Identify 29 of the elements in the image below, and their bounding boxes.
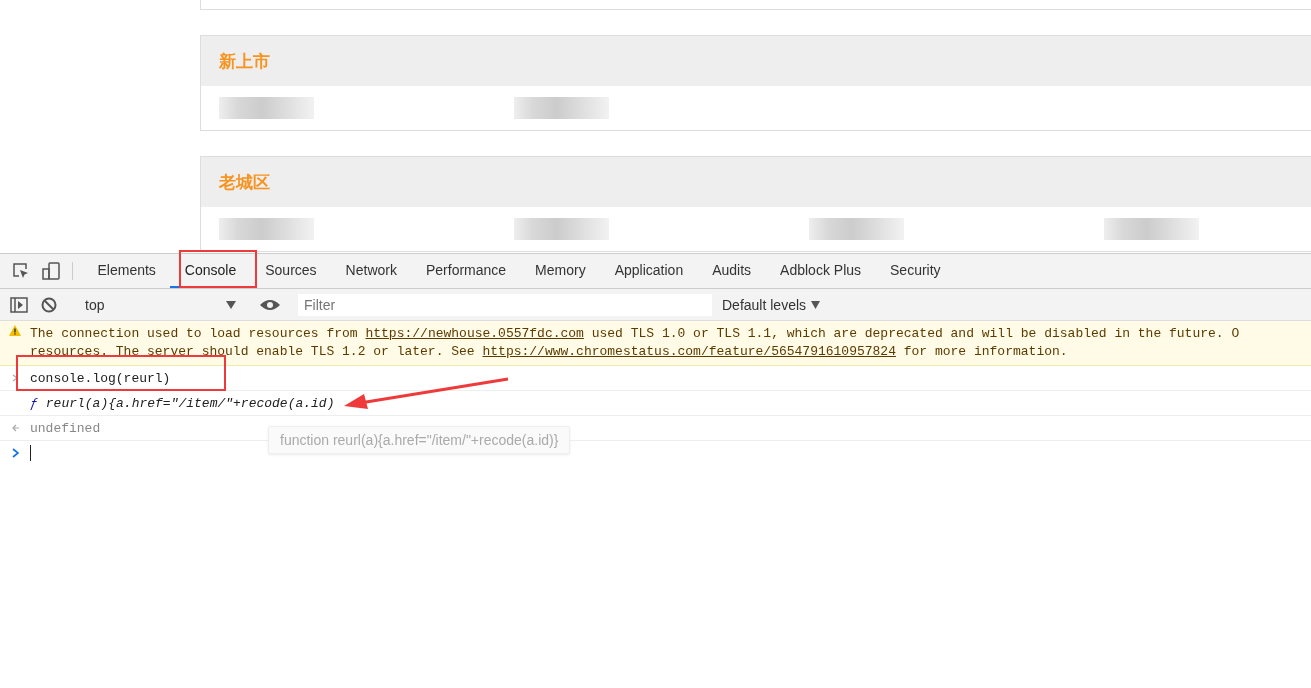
tab[interactable]: Audits: [697, 254, 766, 288]
log-output: reurl(a){a.href="/item/"+recode(a.id): [45, 395, 335, 411]
tab[interactable]: Memory: [520, 254, 601, 288]
levels-dropdown[interactable]: Default levels: [716, 295, 827, 314]
section-title: 新上市: [219, 50, 270, 73]
link[interactable]: https://newhouse.0557fdc.com: [365, 326, 584, 341]
filter-field[interactable]: Filter: [298, 293, 712, 316]
link[interactable]: https://www.chromestatus.com/feature/5654791610957824: [482, 344, 896, 359]
tab[interactable]: Network: [331, 254, 412, 288]
section-title: 老城区: [219, 171, 270, 194]
caret-icon: [226, 300, 236, 309]
caret-icon: [811, 300, 821, 309]
tooltip: function reurl(a){a.href="/item/"+recode(a.id)}: [268, 426, 571, 454]
input-chevron-icon: [12, 374, 18, 382]
function-sign: ƒ: [30, 395, 38, 411]
tab[interactable]: Performance: [411, 254, 521, 288]
tab[interactable]: Application: [600, 254, 698, 288]
tab[interactable]: Elements: [83, 254, 171, 288]
result-output: undefined: [30, 420, 101, 436]
context-dropdown[interactable]: top: [77, 292, 242, 317]
text-cursor: [30, 445, 31, 461]
warning-icon: [9, 325, 21, 336]
tab[interactable]: Security: [875, 254, 956, 288]
prompt-chevron-icon: [11, 448, 19, 458]
tab[interactable]: Adblock Plus: [765, 254, 876, 288]
warning-text: The connection used to load resources from https://newhouse.0557fdc.com used TLS 1.0 or TLS 1.1, which are deprecated and will be disabled in the future. O resources. The server should enable TLS 1.2 or later. See https://www.chromestatus.com/feature/5654791610957824 for more information.: [30, 325, 1240, 361]
tab[interactable]: Sources: [250, 254, 332, 288]
command-text: console.log(reurl): [30, 370, 171, 386]
result-arrow-icon: [11, 424, 19, 432]
